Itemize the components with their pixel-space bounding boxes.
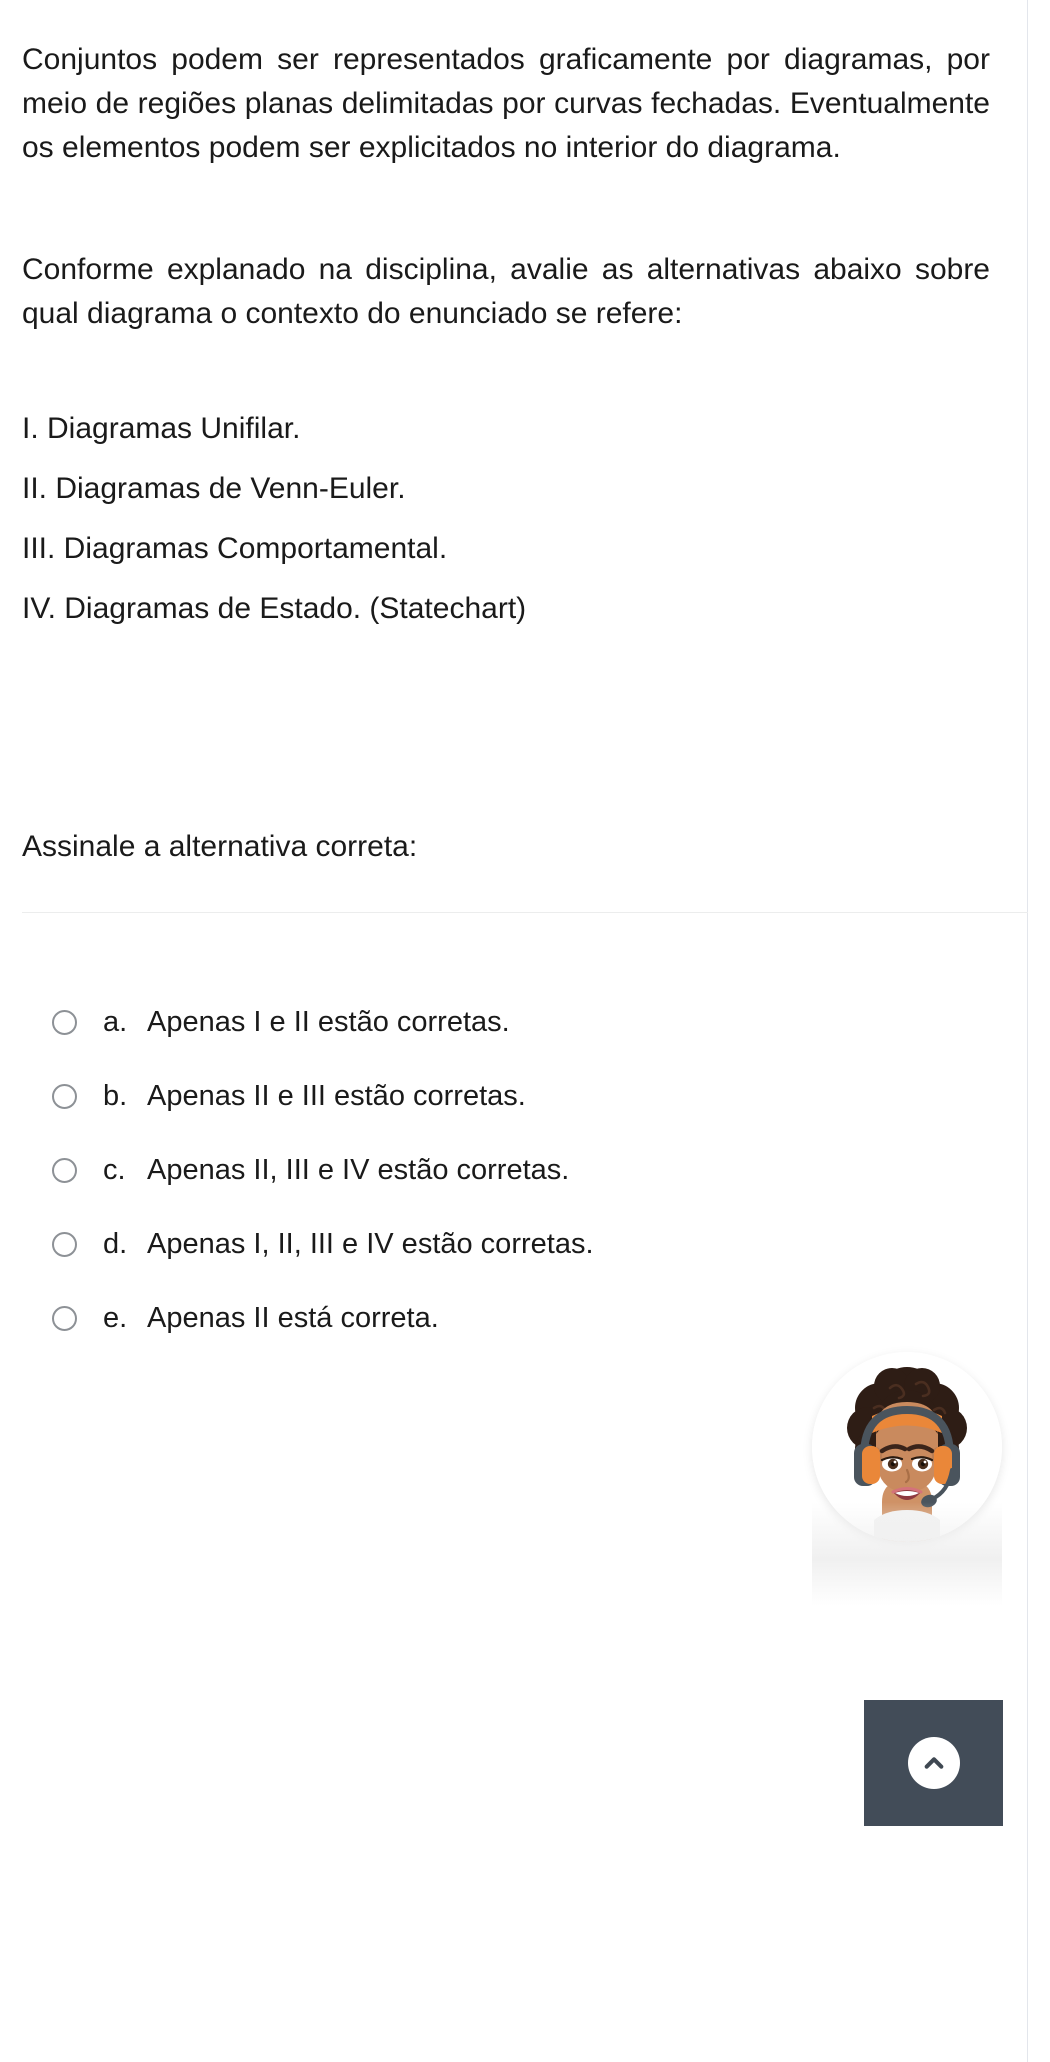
answer-letter-a: a. [103, 1005, 128, 1038]
answer-option-b[interactable]: b. Apenas II e III estão corretas. [22, 1059, 1012, 1133]
answer-option-d[interactable]: d. Apenas I, II, III e IV estão corretas… [22, 1207, 1012, 1281]
question-page: Conjuntos podem ser representados grafic… [0, 0, 1050, 2062]
answer-option-c[interactable]: c. Apenas II, III e IV estão corretas. [22, 1133, 1012, 1207]
statement-item-1: I. Diagramas Unifilar. [22, 412, 301, 446]
prompt-spacer [22, 654, 1012, 832]
statement-item-2: II. Diagramas de Venn-Euler. [22, 472, 406, 506]
question-paragraph-2: Conforme explanado na disciplina, avalie… [22, 253, 990, 331]
answer-text-b: Apenas II e III estão corretas. [147, 1079, 526, 1112]
answer-prompt: Assinale a alternativa correta: [22, 830, 418, 864]
right-gutter [1028, 0, 1050, 2062]
statements-spacer [22, 336, 1012, 414]
answer-letter-d: d. [103, 1227, 128, 1260]
scroll-to-top-button[interactable] [864, 1700, 1003, 1826]
radio-button-e[interactable] [52, 1305, 77, 1331]
answer-option-a[interactable]: a. Apenas I e II estão corretas. [22, 985, 1012, 1059]
radio-button-d[interactable] [52, 1231, 77, 1257]
radio-button-a[interactable] [52, 1009, 77, 1035]
answer-text-a: Apenas I e II estão corretas. [147, 1005, 510, 1038]
answers-divider [22, 912, 1028, 914]
answer-letter-b: b. [103, 1079, 128, 1112]
statement-item-3: III. Diagramas Comportamental. [22, 532, 448, 566]
support-chat-widget[interactable] [812, 1352, 1002, 1606]
statement-list: I. Diagramas Unifilar. II. Diagramas de … [22, 414, 1012, 624]
radio-button-c[interactable] [52, 1157, 77, 1183]
answer-text-c: Apenas II, III e IV estão corretas. [147, 1153, 570, 1186]
support-agent-avatar-icon [812, 1352, 1002, 1542]
question-content: Conjuntos podem ser representados grafic… [22, 0, 1028, 1355]
question-paragraph-1: Conjuntos podem ser representados grafic… [22, 43, 990, 165]
statement-item-4: IV. Diagramas de Estado. (Statechart) [22, 592, 527, 626]
chevron-up-icon [924, 1757, 943, 1769]
content-right-rule [1027, 0, 1028, 2062]
answer-text-d: Apenas I, II, III e IV estão corretas. [147, 1227, 594, 1260]
answer-options: a. Apenas I e II estão corretas. b. Apen… [22, 985, 1012, 1355]
answer-text-e: Apenas II está correta. [147, 1301, 439, 1334]
radio-button-b[interactable] [52, 1083, 77, 1109]
answer-letter-c: c. [103, 1153, 126, 1186]
answer-option-e[interactable]: e. Apenas II está correta. [22, 1281, 1012, 1355]
support-agent-avatar[interactable] [812, 1352, 1002, 1542]
scroll-to-top-circle [907, 1737, 960, 1789]
answer-letter-e: e. [103, 1301, 128, 1334]
